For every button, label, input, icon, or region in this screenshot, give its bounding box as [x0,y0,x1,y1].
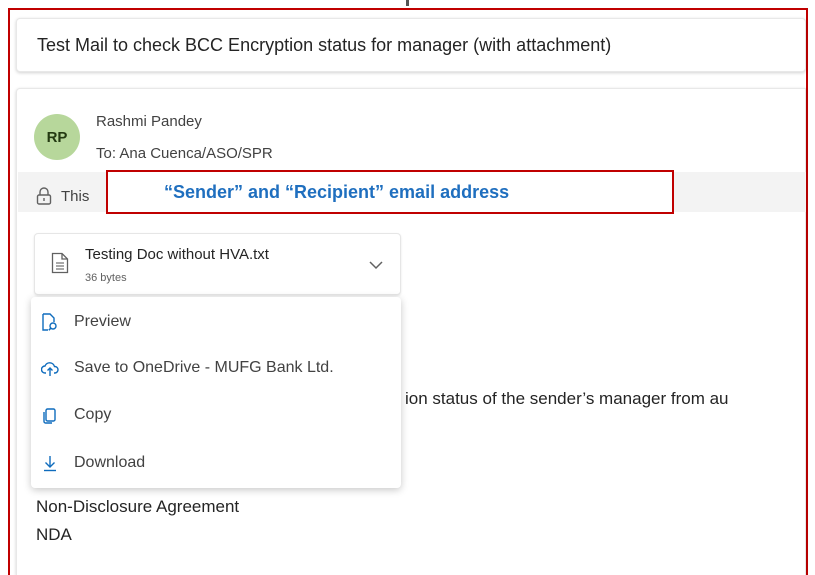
menu-item-download[interactable]: Download [31,441,401,485]
recipient-line[interactable]: To: Ana Cuenca/ASO/SPR [96,145,273,162]
attachment-name: Testing Doc without HVA.txt [85,246,269,263]
annotation-callout: “Sender” and “Recipient” email address [106,170,674,214]
callout-text: “Sender” and “Recipient” email address [164,181,510,202]
menu-item-label: Copy [74,406,112,423]
avatar[interactable]: RP [34,114,80,160]
lock-icon [36,187,52,205]
attachment-size: 36 bytes [85,272,127,284]
menu-item-save-to-onedrive[interactable]: Save to OneDrive - MUFG Bank Ltd. [31,346,401,390]
menu-item-copy[interactable]: Copy [31,393,401,437]
mail-body-nda-title: Non-Disclosure Agreement [36,497,240,516]
cloud-upload-icon [41,362,59,376]
copy-icon [43,408,56,424]
menu-item-label: Save to OneDrive - MUFG Bank Ltd. [74,359,334,376]
sender-name[interactable]: Rashmi Pandey [96,113,202,130]
mail-body-text: ion status of the sender’s manager from … [405,389,729,408]
attachment-card[interactable]: Testing Doc without HVA.txt 36 bytes [34,233,401,295]
banner-text: This [61,188,90,205]
mail-subject: Test Mail to check BCC Encryption status… [37,35,612,55]
document-icon [51,252,69,274]
mail-body-nda-short: NDA [36,525,72,544]
attachment-menu: Preview Save to OneDrive - MUFG Bank Ltd… [31,297,401,488]
preview-icon [42,313,57,331]
menu-item-label: Preview [74,313,131,330]
top-edge-mark [406,0,409,6]
chevron-down-icon[interactable] [369,260,383,270]
download-icon [44,456,56,472]
menu-item-label: Download [74,454,146,471]
menu-item-preview[interactable]: Preview [31,300,401,344]
subject-card: Test Mail to check BCC Encryption status… [16,18,806,72]
